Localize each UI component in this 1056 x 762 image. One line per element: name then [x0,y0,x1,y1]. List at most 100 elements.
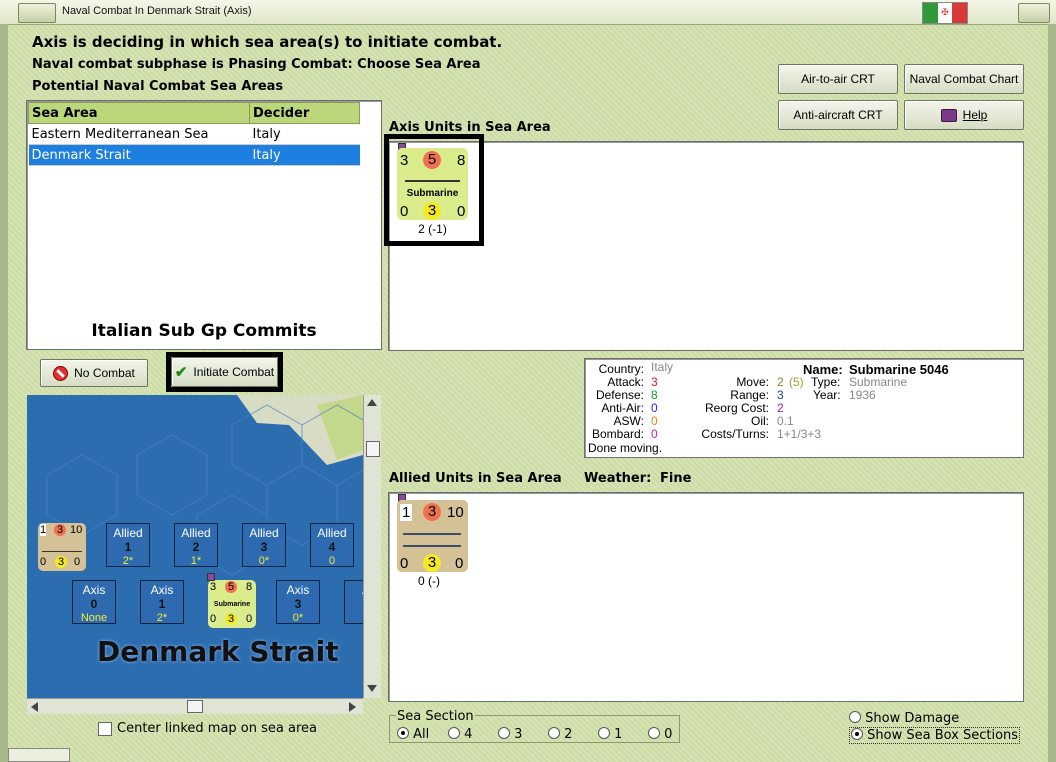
year-label: Year: [813,388,841,402]
sea-section-option-4[interactable]: 4 [448,727,472,742]
box-number: 3 [294,597,302,611]
vertical-scroll-thumb[interactable] [366,441,380,457]
book-icon [940,108,957,122]
attack-value: 3 [400,152,409,169]
box-label: Allied [317,526,347,540]
column-header-sea-area[interactable]: Sea Area [28,102,250,124]
attack-label: Attack: [607,375,644,389]
axis-sea-box-3[interactable]: Axis 3 0* [276,580,320,624]
box-label: Axis [150,583,174,597]
status-line: Axis is deciding in which sea area(s) to… [32,33,503,51]
sea-section-option-3[interactable]: 3 [498,727,522,742]
sea-area-name: Denmark Strait [97,635,339,668]
type-value: Submarine [849,375,908,389]
move-extra-value: (5) [789,375,804,389]
weather-label: Weather: [584,471,652,486]
attack-value: 3 [651,375,658,389]
bottom-right-value: 0 [455,555,464,572]
scroll-right-icon[interactable] [349,702,356,712]
show-sea-box-sections-option[interactable]: Show Sea Box Sections [849,727,1021,744]
close-button[interactable] [1018,3,1050,23]
map-horizontal-scrollbar[interactable] [27,698,363,714]
country-value: Italy [651,360,674,374]
counter-bottom-mid: 3 [225,613,237,625]
box-value: 1* [190,555,202,567]
air-to-air-crt-button[interactable]: Air-to-air CRT [778,64,898,94]
costs-label: Costs/Turns: [701,427,769,441]
no-combat-label: No Combat [74,366,135,380]
anti-aircraft-crt-button[interactable]: Anti-aircraft CRT [778,100,898,130]
country-label: Country: [598,362,644,376]
axis-sea-box-0[interactable]: Axis 0 None [72,580,116,624]
box-number: 4 [328,540,336,554]
initiate-combat-button[interactable]: ✔ Initiate Combat [171,357,278,387]
axis-sea-box-1[interactable]: Axis 1 2* [140,580,184,624]
scroll-left-icon[interactable] [31,702,38,712]
option-label: 0 [664,727,673,742]
ship-icon [403,526,461,535]
box-number: 4 [345,597,364,611]
help-label: Help [962,108,988,122]
bottom-right-value: 0 [457,203,466,220]
map-axis-submarine-counter[interactable]: 3 5 8 Submarine 0 3 0 [208,580,256,628]
sea-section-option-1[interactable]: 1 [598,727,622,742]
allied-sea-box-3[interactable]: Allied 3 0* [242,523,286,567]
bottom-left-value: 0 [400,203,409,220]
radio-selected-icon [851,728,863,740]
box-number: 0 [90,597,98,611]
defense-value: 3 [423,503,441,521]
scroll-up-icon[interactable] [367,399,377,406]
counter-attack: 1 [40,524,47,536]
box-label: Allied [181,526,211,540]
costs-value: 1+1/3+3 [777,427,822,441]
allied-sea-box-1[interactable]: Allied 1 2* [106,523,150,567]
box-number: 1 [158,597,166,611]
box-number: 3 [260,540,268,554]
no-entry-icon [53,365,69,381]
naval-combat-chart-button[interactable]: Naval Combat Chart [904,64,1024,94]
axis-sea-box-4[interactable]: A4 [344,580,363,624]
column-header-decider[interactable]: Decider [249,102,360,124]
map-allied-counter[interactable]: 1 3 10 0 3 0 [38,523,86,571]
no-combat-button[interactable]: No Combat [40,359,148,387]
radio-icon [498,727,510,739]
sea-section-option-2[interactable]: 2 [548,727,572,742]
table-row-selected[interactable]: Denmark Strait Italy [28,144,360,166]
status-strip [8,748,70,762]
option-label: Show Sea Box Sections [867,728,1019,743]
system-menu-button[interactable] [18,3,56,23]
box-label: A [345,583,363,597]
allied-sea-box-4[interactable]: Allied 4 0 [310,523,354,567]
sea-area-map[interactable]: 1 3 10 0 3 0 Allied 1 2* Allied 2 1* Allied 3… [27,395,363,698]
center-linked-checkbox[interactable] [98,722,112,736]
counter-defense: 5 [225,581,237,593]
scroll-down-icon[interactable] [367,685,377,692]
box-label: Allied [249,526,279,540]
sea-section-option-0[interactable]: 0 [648,727,672,742]
table-row[interactable]: Eastern Mediterranean Sea Italy [28,123,360,145]
defense-value: 5 [423,151,441,169]
type-label: Type: [811,375,841,389]
box-number: 2 [192,540,200,554]
sea-area-cell: Denmark Strait [28,144,250,166]
axis-submarine-counter[interactable]: 3 5 8 Submarine 0 3 0 [397,148,468,220]
box-label: Axis [286,583,310,597]
sea-section-title: Sea Section [396,709,475,724]
sea-areas-heading: Potential Naval Combat Sea Areas [32,79,284,94]
allied-unit-caption: 0 (-) [418,574,440,588]
asw-label: ASW: [613,414,644,428]
map-vertical-scrollbar[interactable] [363,395,381,698]
counter-type: Submarine [213,601,251,608]
box-number: 1 [124,540,132,554]
allied-sea-box-2[interactable]: Allied 2 1* [174,523,218,567]
show-damage-option[interactable]: Show Damage [849,711,959,726]
horizontal-scroll-thumb[interactable] [187,700,203,713]
range-value: 3 [777,388,784,402]
box-value: 2* [156,612,168,624]
radio-selected-icon [397,727,409,739]
allied-unit-counter[interactable]: 1 3 10 0 3 0 [397,500,468,572]
initiate-combat-label: Initiate Combat [193,365,275,379]
sea-section-option-all[interactable]: All [397,727,429,742]
counter-bottom-right: 0 [74,556,81,568]
help-button[interactable]: Help [904,100,1024,130]
